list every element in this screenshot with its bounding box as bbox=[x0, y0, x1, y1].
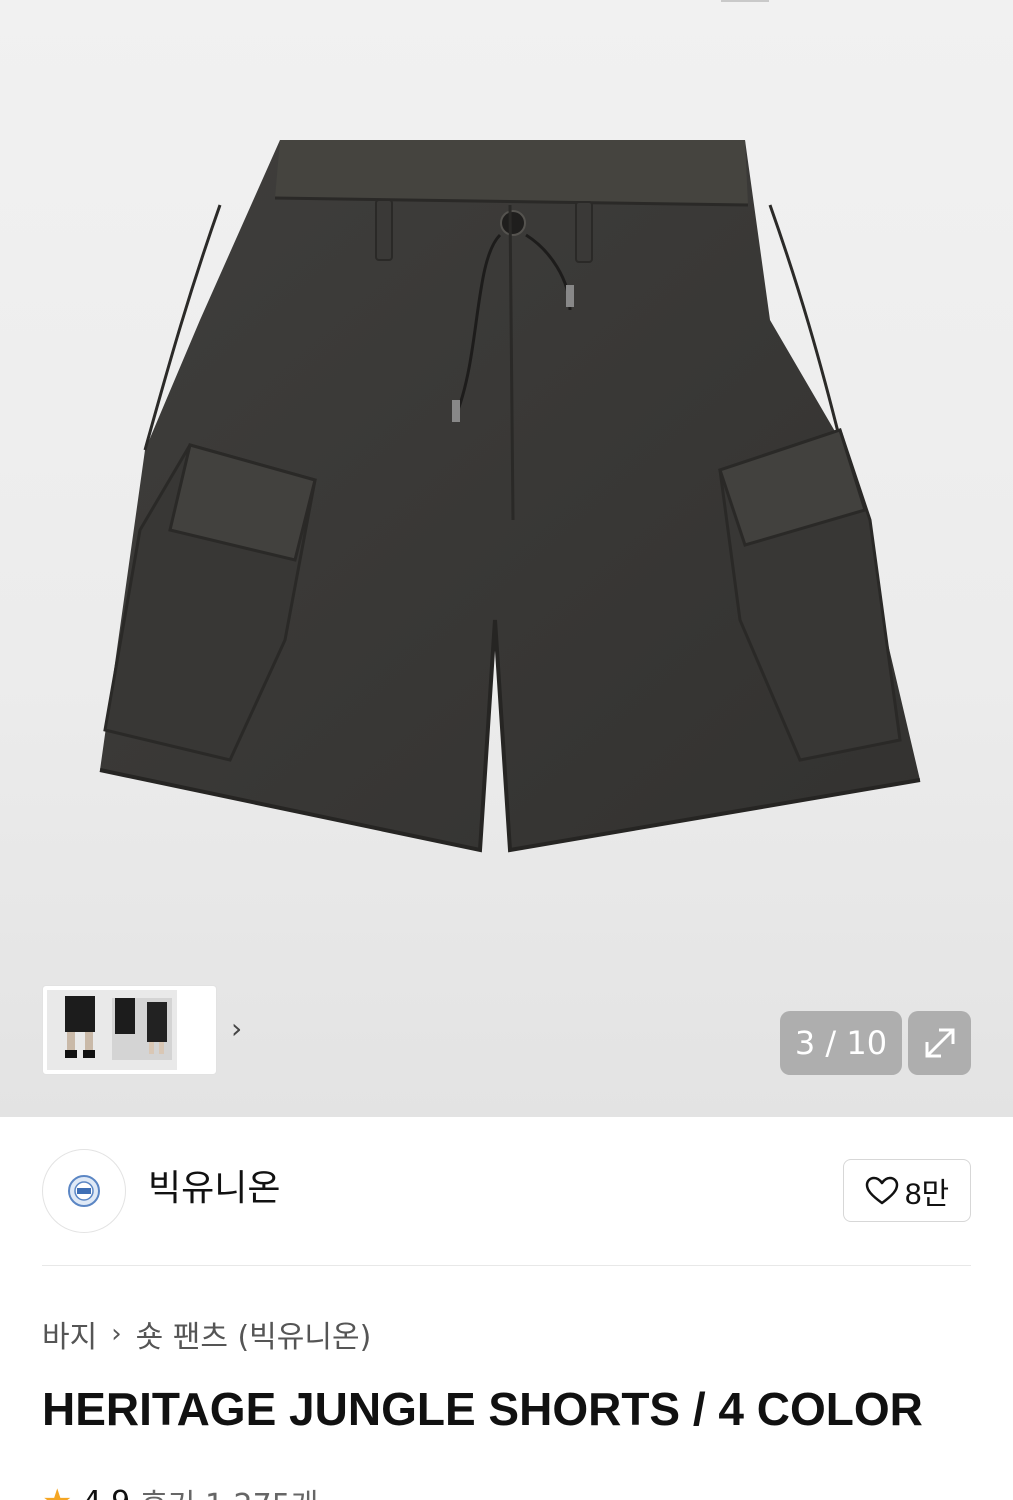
brand-name[interactable]: 빅유니온 bbox=[148, 1167, 280, 1211]
thumbnail-strip[interactable]: › bbox=[42, 985, 242, 1075]
expand-arrows-icon bbox=[925, 1028, 954, 1058]
chevron-right-icon[interactable]: › bbox=[231, 1014, 242, 1044]
brand-logo[interactable] bbox=[42, 1149, 126, 1233]
breadcrumb-item-subcategory[interactable]: 숏 팬츠 (빅유니온) bbox=[136, 1312, 372, 1356]
rating-row[interactable]: ★ 4.9 후기 1,275개 bbox=[42, 1482, 318, 1500]
like-count: 8만 bbox=[904, 1177, 950, 1211]
brand-row: 빅유니온 8만 bbox=[42, 1147, 971, 1235]
page-counter-text: 3 / 10 bbox=[794, 1024, 888, 1062]
like-button[interactable]: 8만 bbox=[843, 1159, 971, 1222]
brand-seal-logo bbox=[68, 1175, 100, 1207]
section-divider bbox=[42, 1265, 971, 1266]
product-image-gallery[interactable]: › 3 / 10 bbox=[0, 0, 1013, 1117]
breadcrumb-item-category[interactable]: 바지 bbox=[42, 1312, 97, 1356]
product-photo bbox=[99, 140, 921, 853]
breadcrumb: 바지 › 숏 팬츠 (빅유니온) bbox=[42, 1312, 371, 1356]
image-page-counter: 3 / 10 bbox=[780, 1011, 902, 1075]
gallery-indicator bbox=[721, 0, 769, 2]
thumbnail-images bbox=[47, 990, 177, 1070]
star-icon: ★ bbox=[42, 1482, 72, 1500]
review-count[interactable]: 후기 1,275개 bbox=[140, 1480, 318, 1500]
product-title: HERITAGE JUNGLE SHORTS / 4 COLOR bbox=[42, 1383, 923, 1435]
expand-image-button[interactable] bbox=[908, 1011, 971, 1075]
chevron-right-icon: › bbox=[111, 1319, 122, 1349]
heart-outline-icon bbox=[865, 1176, 899, 1204]
rating-value: 4.9 bbox=[82, 1485, 130, 1500]
